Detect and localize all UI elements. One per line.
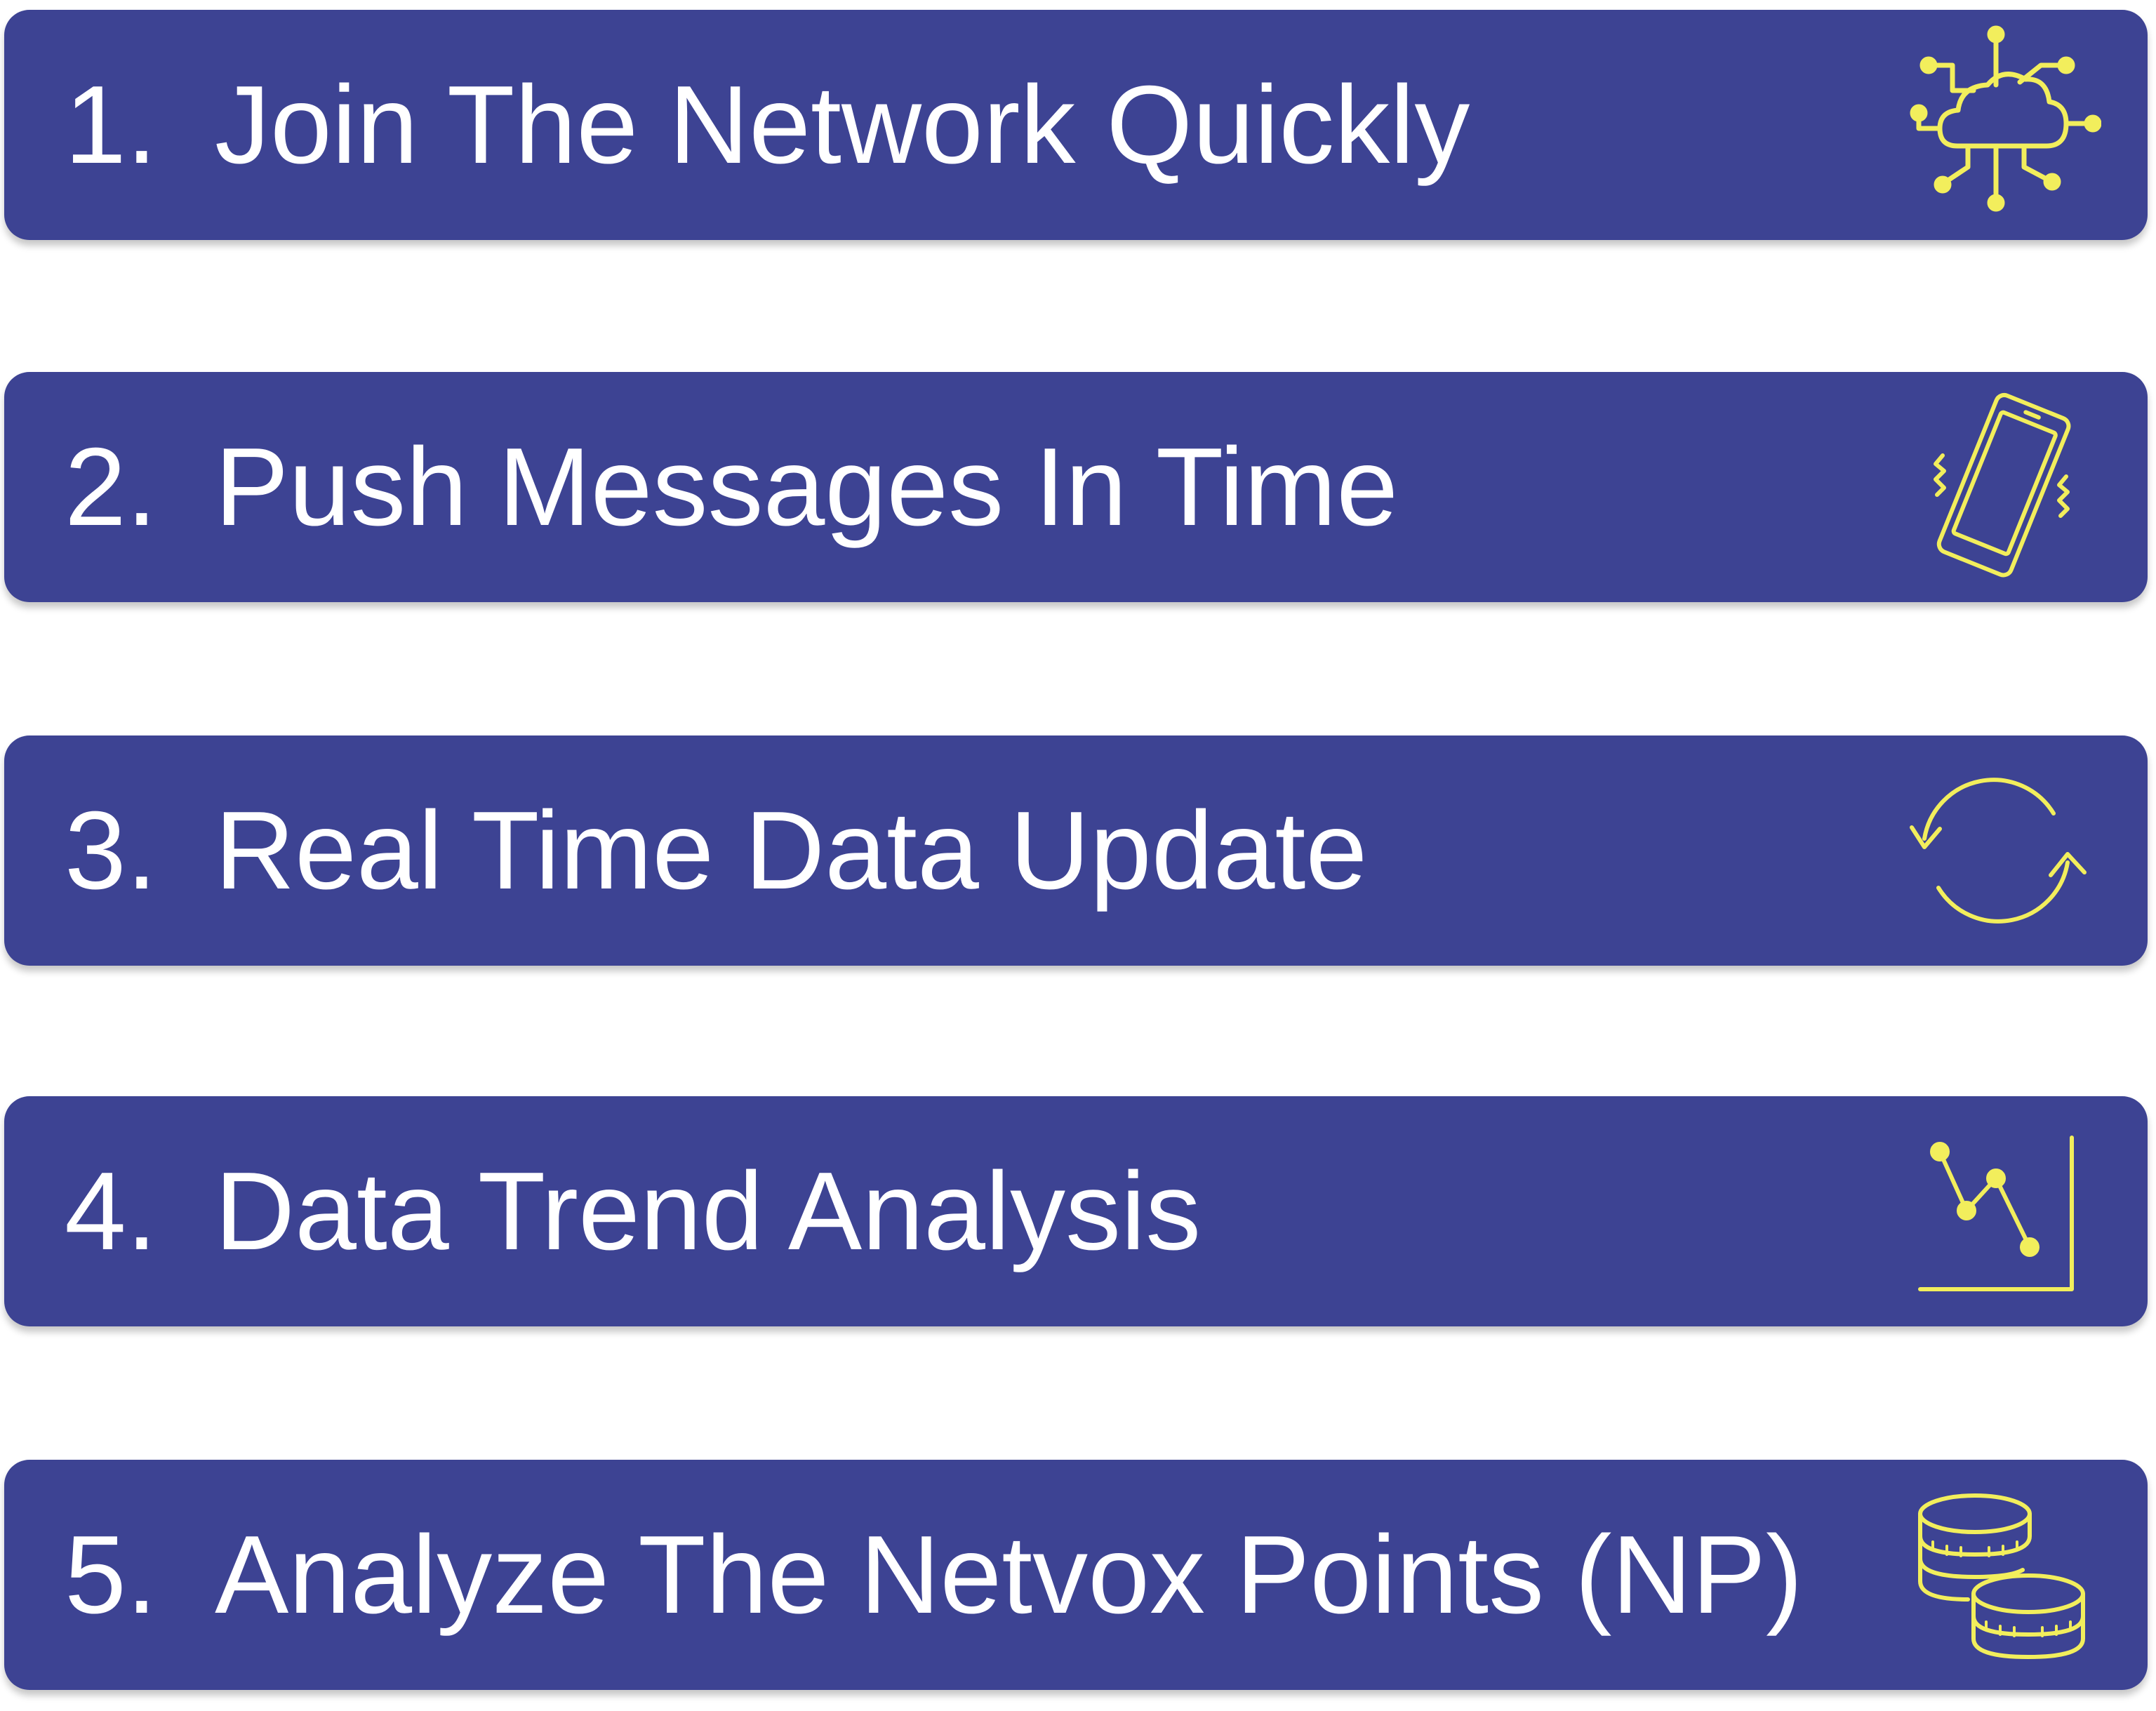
feature-item-netvox-points: 5. Analyze The Netvox Points (NP): [4, 1460, 2148, 1690]
feature-item-push-messages: 2. Push Messages In Time: [4, 372, 2148, 602]
feature-number: 5.: [65, 1513, 157, 1637]
feature-label: Real Time Data Update: [215, 789, 1368, 912]
feature-item-real-time-update: 3. Real Time Data Update: [4, 735, 2148, 966]
feature-item-join-network: 1. Join The Network Quickly: [4, 10, 2148, 240]
feature-list: 1. Join The Network Quickly 2. Push Mess…: [0, 0, 2156, 1711]
feature-label: Join The Network Quickly: [215, 63, 1470, 187]
feature-number: 4.: [65, 1150, 157, 1273]
feature-label: Analyze The Netvox Points (NP): [215, 1513, 1803, 1637]
refresh-icon: [1891, 749, 2101, 952]
feature-label: Push Messages In Time: [215, 425, 1399, 549]
trend-chart-icon: [1891, 1110, 2101, 1313]
feature-number: 3.: [65, 789, 157, 912]
feature-number: 1.: [65, 63, 157, 187]
cloud-network-icon: [1891, 23, 2101, 227]
coins-icon: [1891, 1473, 2101, 1677]
feature-item-trend-analysis: 4. Data Trend Analysis: [4, 1096, 2148, 1326]
feature-number: 2.: [65, 425, 157, 549]
feature-label: Data Trend Analysis: [215, 1150, 1202, 1273]
vibrating-phone-icon: [1891, 385, 2101, 589]
